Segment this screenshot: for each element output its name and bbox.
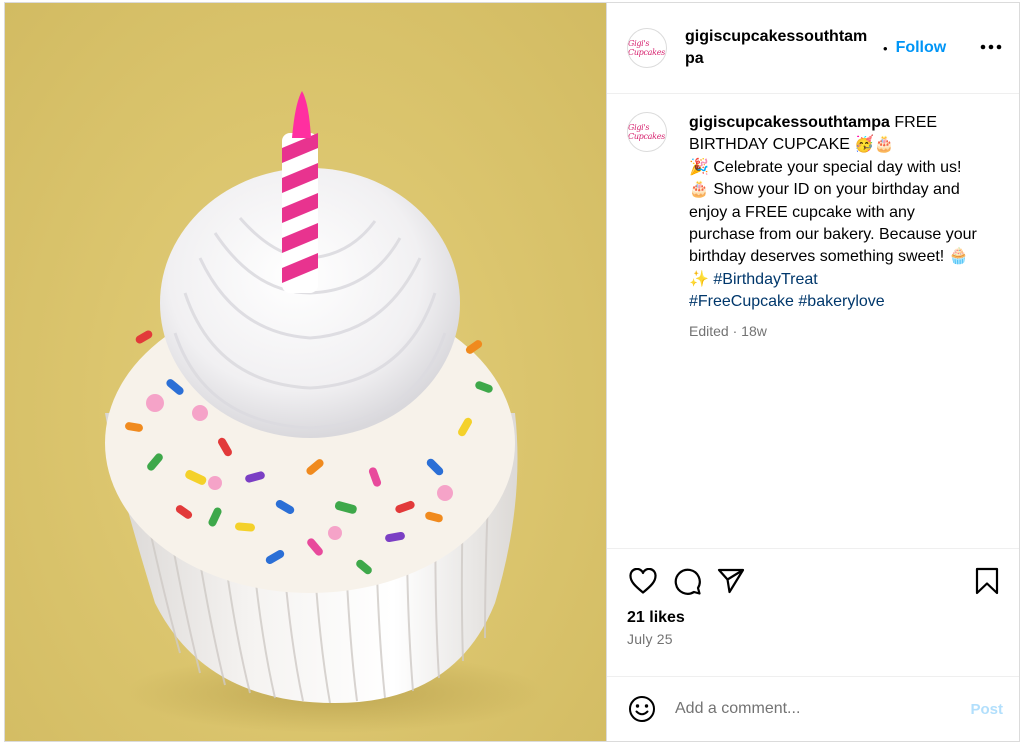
caption-avatar[interactable]: Gigi's Cupcakes [627, 112, 667, 152]
post-comment-button[interactable]: Post [970, 701, 1003, 718]
smiley-icon[interactable] [627, 694, 657, 724]
comment-input[interactable] [675, 700, 971, 718]
caption-section: Gigi's Cupcakes gigiscupcakessouthtampa … [607, 94, 1019, 548]
post-header: Gigi's Cupcakes gigiscupcakessouthtampa … [607, 3, 1019, 94]
post-details-panel: Gigi's Cupcakes gigiscupcakessouthtampa … [606, 3, 1019, 741]
caption-body-text: 🎉 Celebrate your special day with us! 🎂 … [689, 158, 977, 288]
post-dialog: Gigi's Cupcakes gigiscupcakessouthtampa … [4, 2, 1020, 742]
meta-separator: · [728, 322, 742, 339]
comment-bar: Post [607, 676, 1019, 741]
post-date[interactable]: July 25 [627, 631, 1003, 647]
hashtag-freecupcake[interactable]: #FreeCupcake [689, 293, 794, 310]
caption-username[interactable]: gigiscupcakessouthtampa [689, 114, 890, 131]
cupcake-photo [105, 91, 545, 733]
more-options-icon[interactable] [977, 33, 1005, 61]
caption-avatar-logo: Gigi's Cupcakes [628, 123, 665, 141]
actions-section: 21 likes July 25 [607, 548, 1019, 676]
paper-plane-icon[interactable] [715, 565, 747, 597]
comment-icon[interactable] [671, 565, 703, 597]
action-bar [627, 565, 1003, 597]
edited-label: Edited [689, 322, 729, 339]
caption: gigiscupcakessouthtampa FREE BIRTHDAY CU… [689, 112, 985, 342]
bookmark-icon[interactable] [971, 565, 1003, 597]
follow-button[interactable]: Follow [896, 39, 947, 57]
likes-count[interactable]: 21 likes [627, 609, 1003, 627]
header-username[interactable]: gigiscupcakessouthtampa [685, 26, 875, 70]
caption-meta: Edited · 18w [689, 320, 985, 342]
header-separator: • [883, 40, 888, 56]
avatar[interactable]: Gigi's Cupcakes [627, 28, 667, 68]
heart-icon[interactable] [627, 565, 659, 597]
hashtag-birthdaytreat[interactable]: #BirthdayTreat [713, 271, 817, 288]
post-image[interactable] [5, 3, 606, 741]
post-age[interactable]: 18w [741, 323, 767, 339]
avatar-logo: Gigi's Cupcakes [628, 39, 665, 57]
caption-text: gigiscupcakessouthtampa FREE BIRTHDAY CU… [689, 112, 985, 314]
hashtag-bakerylove[interactable]: #bakerylove [798, 293, 884, 310]
